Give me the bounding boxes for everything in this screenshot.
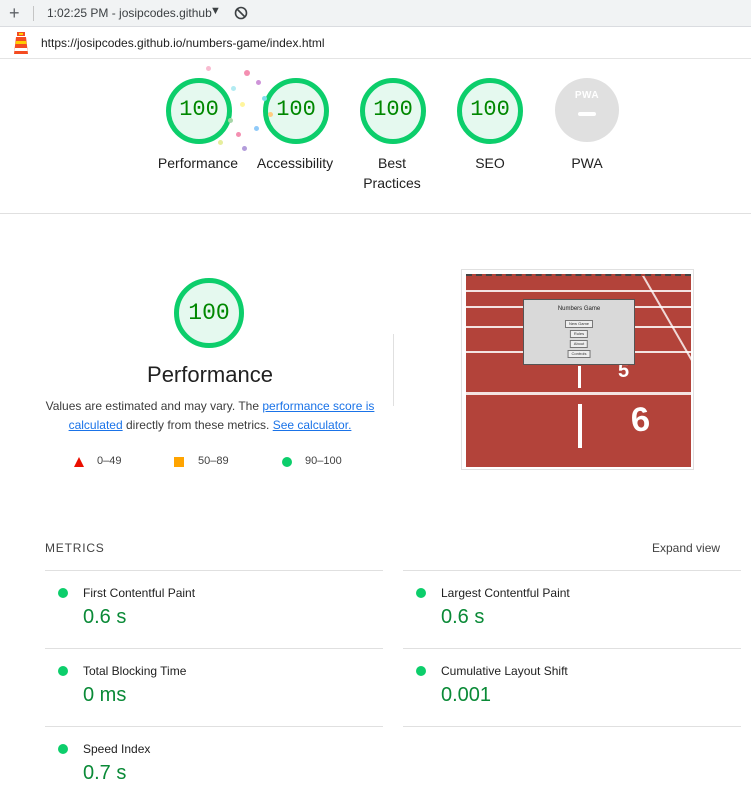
metrics-header: METRICS	[45, 541, 105, 555]
pass-circle-icon	[416, 666, 426, 676]
track-lane-line	[466, 392, 691, 395]
score-ring: 100	[360, 78, 426, 144]
controls-button: Controls	[567, 350, 591, 358]
report-url-bar: https://josipcodes.github.io/numbers-gam…	[0, 27, 751, 59]
gauge-label: SEO	[475, 155, 505, 171]
new-game-button: New Game	[564, 320, 594, 328]
report-url[interactable]: https://josipcodes.github.io/numbers-gam…	[41, 36, 324, 50]
performance-score-ring: 100	[174, 278, 244, 348]
confetti-dot	[218, 140, 223, 145]
confetti-dot	[231, 86, 236, 91]
confetti-dot	[256, 80, 261, 85]
score-value: 100	[276, 97, 316, 122]
rules-button: Rules	[569, 330, 589, 338]
metric-label: Speed Index	[83, 742, 151, 756]
score-value: 100	[470, 97, 510, 122]
screenshot-image: 5 6 Numbers Game New Game Rules About Co…	[466, 274, 691, 467]
pass-circle-icon	[58, 744, 68, 754]
metric-label: First Contentful Paint	[83, 586, 196, 600]
confetti-dot	[254, 126, 259, 131]
game-menu-card: Numbers Game New Game Rules About Contro…	[523, 299, 635, 365]
vertical-separator	[393, 334, 394, 406]
chevron-down-icon[interactable]: ▼	[210, 5, 221, 17]
legend-pass-range: 90–100	[305, 455, 342, 467]
metric-label: Cumulative Layout Shift	[441, 664, 568, 678]
metric-label: Largest Contentful Paint	[441, 586, 570, 600]
devtools-toolbar: + 1:02:25 PM - josipcodes.github ▼	[0, 0, 751, 27]
lane-number-6: 6	[629, 400, 652, 440]
confetti-dot	[228, 118, 233, 123]
metric-divider	[403, 726, 741, 727]
fail-triangle-icon	[74, 457, 84, 467]
metric-value: 0.001	[441, 684, 492, 706]
pass-circle-icon	[416, 588, 426, 598]
metric-value: 0.7 s	[83, 762, 127, 784]
score-value: 100	[373, 97, 413, 122]
pass-circle-icon	[282, 457, 292, 467]
metric-divider	[45, 726, 383, 727]
pwa-badge-text: PWA	[574, 90, 600, 101]
metric-label: Total Blocking Time	[83, 664, 187, 678]
gauge-label: PWA	[571, 155, 603, 171]
clear-reports-icon[interactable]	[234, 6, 248, 20]
metric-divider	[45, 570, 383, 571]
gauge-label: Accessibility	[256, 155, 334, 171]
lighthouse-logo-icon	[14, 32, 28, 54]
toolbar-separator	[33, 6, 34, 21]
metric-value: 0 ms	[83, 684, 127, 706]
section-divider	[0, 213, 751, 214]
desc-text: Values are estimated and may vary. The	[45, 399, 263, 413]
see-calculator-link[interactable]: See calculator.	[273, 418, 352, 432]
pass-circle-icon	[58, 588, 68, 598]
metric-divider	[403, 570, 741, 571]
expand-view-button[interactable]: Expand view	[652, 541, 720, 555]
report-session-select[interactable]: 1:02:25 PM - josipcodes.github	[47, 6, 212, 20]
performance-title: Performance	[147, 362, 273, 387]
game-title: Numbers Game	[557, 306, 601, 312]
metric-value: 0.6 s	[441, 606, 485, 628]
gauge-label: Best Practices	[363, 155, 421, 191]
score-ring: 100	[263, 78, 329, 144]
legend-average-range: 50–89	[198, 455, 229, 467]
confetti-dot	[206, 66, 211, 71]
score-value: 100	[179, 97, 219, 122]
metric-value: 0.6 s	[83, 606, 127, 628]
legend-fail-range: 0–49	[97, 455, 122, 467]
track-mark	[578, 366, 581, 388]
new-report-icon[interactable]: +	[9, 3, 20, 23]
average-square-icon	[174, 457, 184, 467]
confetti-dot	[242, 146, 247, 151]
track-mark	[578, 404, 582, 448]
gauge-label: Performance	[157, 155, 239, 171]
score-ring: 100	[457, 78, 523, 144]
pwa-dash	[578, 112, 596, 116]
performance-score: 100	[188, 300, 230, 326]
track-lane-line	[466, 290, 691, 292]
pwa-badge-icon: PWA	[555, 78, 619, 142]
about-button: About	[569, 340, 589, 348]
final-screenshot[interactable]: 5 6 Numbers Game New Game Rules About Co…	[461, 269, 694, 470]
pass-circle-icon	[58, 666, 68, 676]
metric-divider	[403, 648, 741, 649]
desc-text: directly from these metrics.	[122, 418, 273, 432]
confetti-dot	[262, 96, 267, 101]
confetti-dot	[236, 132, 241, 137]
confetti-dot	[244, 70, 250, 76]
confetti-dot	[268, 112, 273, 117]
metric-divider	[45, 648, 383, 649]
performance-description: Values are estimated and may vary. The p…	[45, 397, 375, 435]
confetti-dot	[240, 102, 245, 107]
score-ring: 100	[166, 78, 232, 144]
